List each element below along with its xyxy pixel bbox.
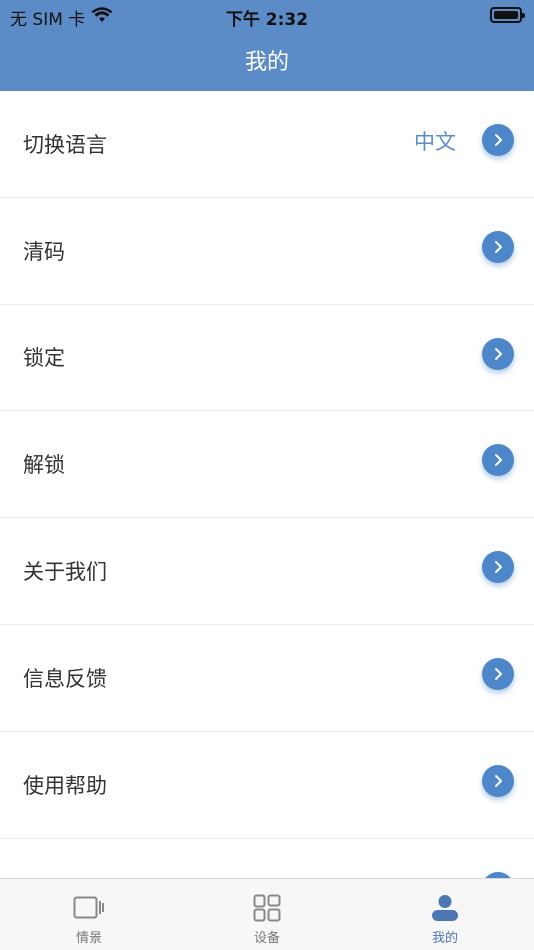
chevron-right-icon[interactable] — [482, 657, 514, 690]
chevron-right-icon[interactable] — [482, 230, 514, 263]
menu-item-label: 清码 — [23, 239, 65, 264]
page-title: 我的 — [244, 50, 289, 75]
chevron-right-icon[interactable] — [482, 444, 514, 477]
status-time: 下午 2:32 — [225, 10, 309, 30]
menu-item-label: 解锁 — [23, 453, 65, 478]
menu-item-label: 切换语言 — [23, 132, 107, 157]
chevron-right-icon[interactable] — [482, 124, 514, 156]
scene-icon — [72, 893, 106, 923]
tab-mine[interactable]: 我的 — [356, 879, 534, 950]
chevron-right-icon[interactable] — [482, 551, 514, 584]
device-grid-icon — [250, 893, 284, 923]
menu-item-help[interactable]: 使用帮助 — [0, 731, 534, 839]
menu-item-clear-code[interactable]: 清码 — [0, 197, 534, 305]
battery-icon — [490, 7, 525, 23]
menu-item-label: 锁定 — [23, 346, 65, 371]
chevron-right-icon[interactable] — [482, 764, 514, 797]
tab-label: 设备 — [253, 931, 280, 946]
tab-label: 情景 — [75, 931, 102, 946]
menu-item-unlock[interactable]: 解锁 — [0, 411, 534, 519]
menu-item-label: 信息反馈 — [23, 666, 107, 691]
menu-item-label: 使用帮助 — [23, 773, 107, 798]
menu-item-label: 关于我们 — [23, 560, 107, 585]
status-bar: 无 SIM 卡 下午 2:32 — [0, 0, 534, 30]
app-header: 无 SIM 卡 下午 2:32 我的 — [0, 0, 534, 91]
menu-item-about-us[interactable]: 关于我们 — [0, 518, 534, 625]
settings-list: 切换语言 中文 清码 锁定 解锁 关于我们 信息反馈 使用帮助 — [0, 91, 534, 878]
tab-scene[interactable]: 情景 — [0, 879, 178, 950]
chevron-right-icon[interactable] — [482, 337, 514, 370]
menu-item-feedback[interactable]: 信息反馈 — [0, 624, 534, 732]
tab-bar: 情景 设备 我的 — [0, 878, 534, 950]
tab-label: 我的 — [431, 931, 458, 946]
user-icon — [428, 893, 462, 923]
status-right — [490, 7, 525, 23]
language-value: 中文 — [414, 129, 456, 154]
menu-item-language[interactable]: 切换语言 中文 — [0, 91, 534, 198]
menu-item-partial[interactable] — [0, 838, 534, 878]
tab-devices[interactable]: 设备 — [178, 879, 356, 950]
menu-item-lock[interactable]: 锁定 — [0, 304, 534, 412]
